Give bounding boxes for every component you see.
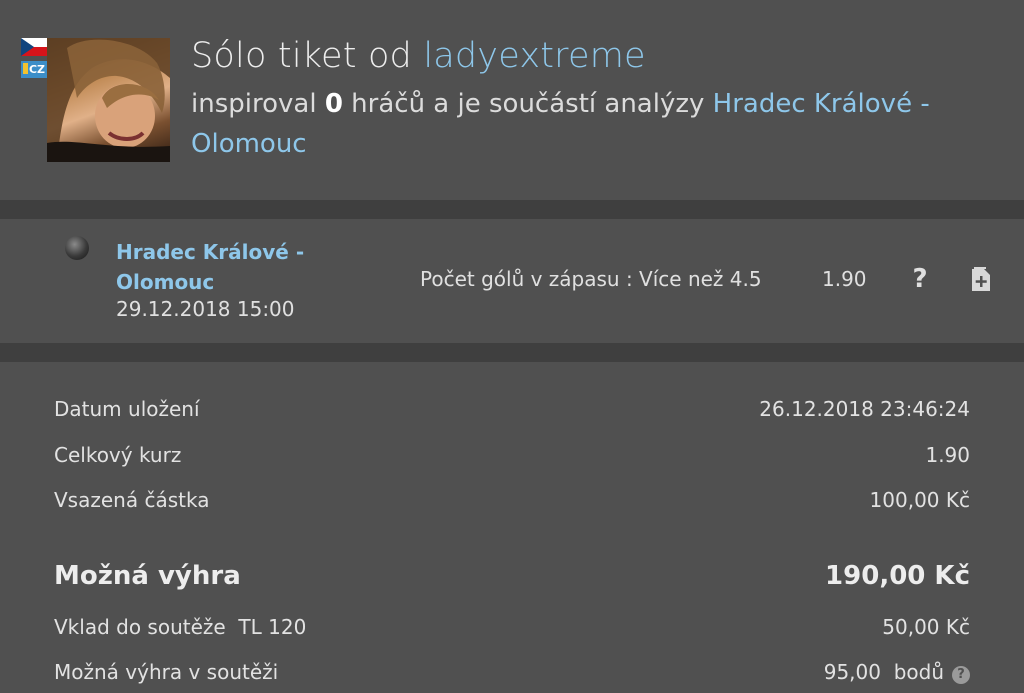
contest-win-label: Možná výhra v soutěži (54, 660, 279, 684)
match-datetime: 29.12.2018 15:00 (116, 297, 295, 321)
czech-flag-icon (21, 38, 47, 56)
help-circle-icon[interactable]: ? (952, 666, 970, 684)
possible-win-value: 190,00 Kč (825, 561, 970, 591)
document-add-icon[interactable] (971, 266, 991, 292)
ball-icon (65, 236, 89, 260)
contest-deposit-value: 50,00 Kč (882, 615, 970, 639)
bet-selection: Počet gólů v zápasu : Více než 4.5 (420, 267, 762, 291)
summary-label: Datum uložení (54, 397, 200, 421)
ticket-title: Sólo tiket od ladyextreme (191, 36, 646, 76)
match-link[interactable]: Hradec Králové - Olomouc (116, 237, 346, 297)
summary-value: 100,00 Kč (869, 488, 970, 512)
summary-label: Celkový kurz (54, 443, 182, 467)
contest-win-value-wrap: 95,00 bodů? (824, 660, 970, 684)
summary-value: 26.12.2018 23:46:24 (759, 397, 970, 421)
summary-label: Vsazená částka (54, 488, 210, 512)
contest-deposit-label: Vklad do soutěže TL 120 (54, 615, 307, 639)
user-avatar[interactable] (47, 38, 170, 162)
bet-odds: 1.90 (822, 267, 867, 291)
possible-win-label: Možná výhra (54, 561, 241, 591)
subtitle-text-2: hráčů a je součástí analýzy (351, 89, 705, 119)
ticket-subtitle: inspiroval 0 hráčů a je součástí analýzy… (191, 84, 991, 164)
title-prefix: Sólo tiket od (191, 36, 412, 76)
ticket-header: CZ Sólo tiket od ladyextreme inspiroval … (0, 0, 1024, 200)
country-badge: CZ (21, 61, 47, 78)
divider (0, 343, 1024, 362)
summary-value: 1.90 (925, 443, 970, 467)
inspired-count: 0 (324, 89, 343, 119)
question-icon[interactable]: ? (906, 264, 934, 294)
username-link[interactable]: ladyextreme (423, 36, 645, 76)
divider (0, 200, 1024, 219)
contest-win-value: 95,00 bodů (823, 660, 944, 684)
subtitle-text-1: inspiroval (191, 89, 317, 119)
